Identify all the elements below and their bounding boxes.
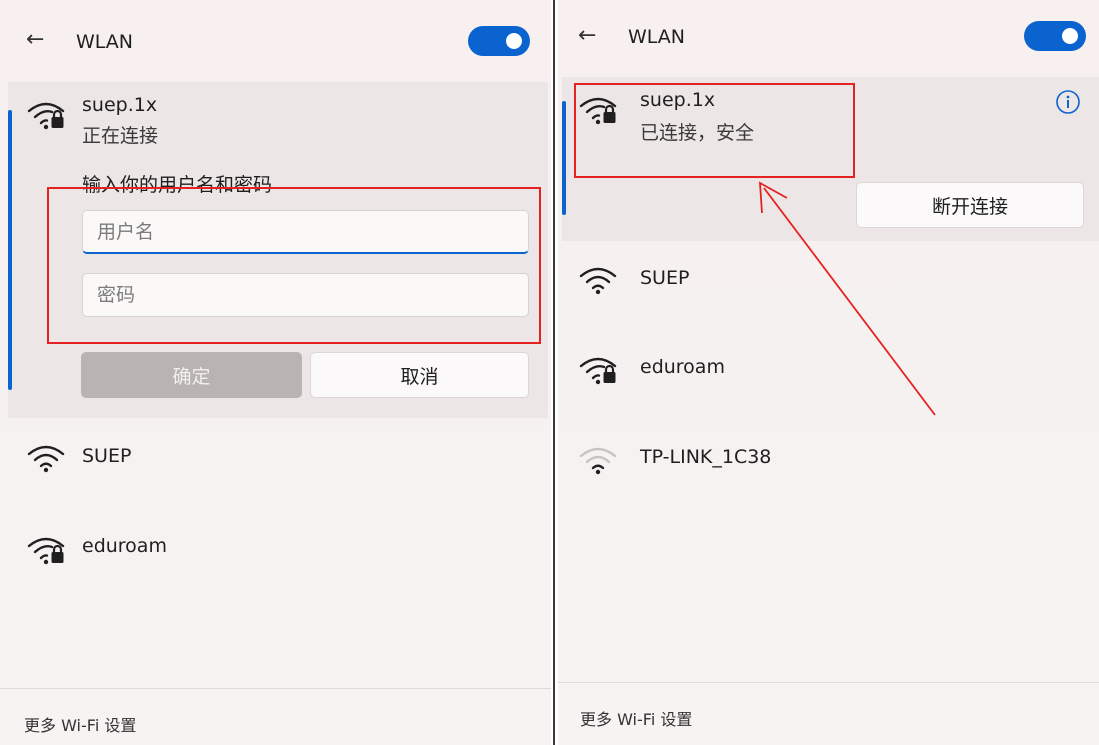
right-header: ← WLAN [558, 0, 1099, 80]
annotation-box [47, 187, 541, 344]
footer-divider [558, 682, 1099, 683]
wifi-weak-icon [578, 443, 618, 475]
footer-divider [0, 688, 551, 689]
right-wlan-panel: ← WLAN suep.1x 已连接，安全 断开连接 SUEP eduroam … [558, 0, 1099, 745]
info-icon[interactable] [1055, 89, 1081, 115]
panel-divider [553, 0, 555, 745]
selection-accent [562, 101, 566, 215]
left-wlan-panel: ← WLAN suep.1x 正在连接 输入你的用户名和密码 确定 取消 SUE… [0, 0, 551, 745]
selection-accent [8, 110, 12, 390]
wifi-icon [26, 441, 66, 473]
annotation-box [574, 83, 855, 178]
more-wifi-settings-link[interactable]: 更多 Wi-Fi 设置 [580, 706, 692, 730]
wifi-lock-icon [578, 353, 618, 385]
back-arrow-icon[interactable]: ← [26, 27, 44, 52]
ok-button[interactable]: 确定 [81, 352, 302, 398]
network-name[interactable]: suep.1x [82, 94, 157, 116]
network-name[interactable]: eduroam [82, 535, 167, 557]
page-title: WLAN [76, 31, 134, 53]
toggle-knob [1062, 28, 1078, 44]
wifi-icon [578, 263, 618, 295]
disconnect-button[interactable]: 断开连接 [856, 182, 1084, 228]
network-status: 正在连接 [82, 125, 159, 147]
page-title: WLAN [628, 26, 686, 48]
left-header: ← WLAN [0, 0, 551, 80]
cancel-button[interactable]: 取消 [310, 352, 529, 398]
wifi-lock-icon [26, 98, 66, 130]
more-wifi-settings-link[interactable]: 更多 Wi-Fi 设置 [24, 712, 136, 736]
network-name[interactable]: SUEP [82, 445, 131, 467]
network-name[interactable]: eduroam [640, 356, 725, 378]
back-arrow-icon[interactable]: ← [578, 23, 596, 48]
network-name[interactable]: SUEP [640, 267, 689, 289]
wlan-toggle[interactable] [1024, 21, 1086, 51]
wifi-lock-icon [26, 533, 66, 565]
toggle-knob [506, 33, 522, 49]
wlan-toggle[interactable] [468, 26, 530, 56]
network-name[interactable]: TP-LINK_1C38 [640, 446, 771, 468]
